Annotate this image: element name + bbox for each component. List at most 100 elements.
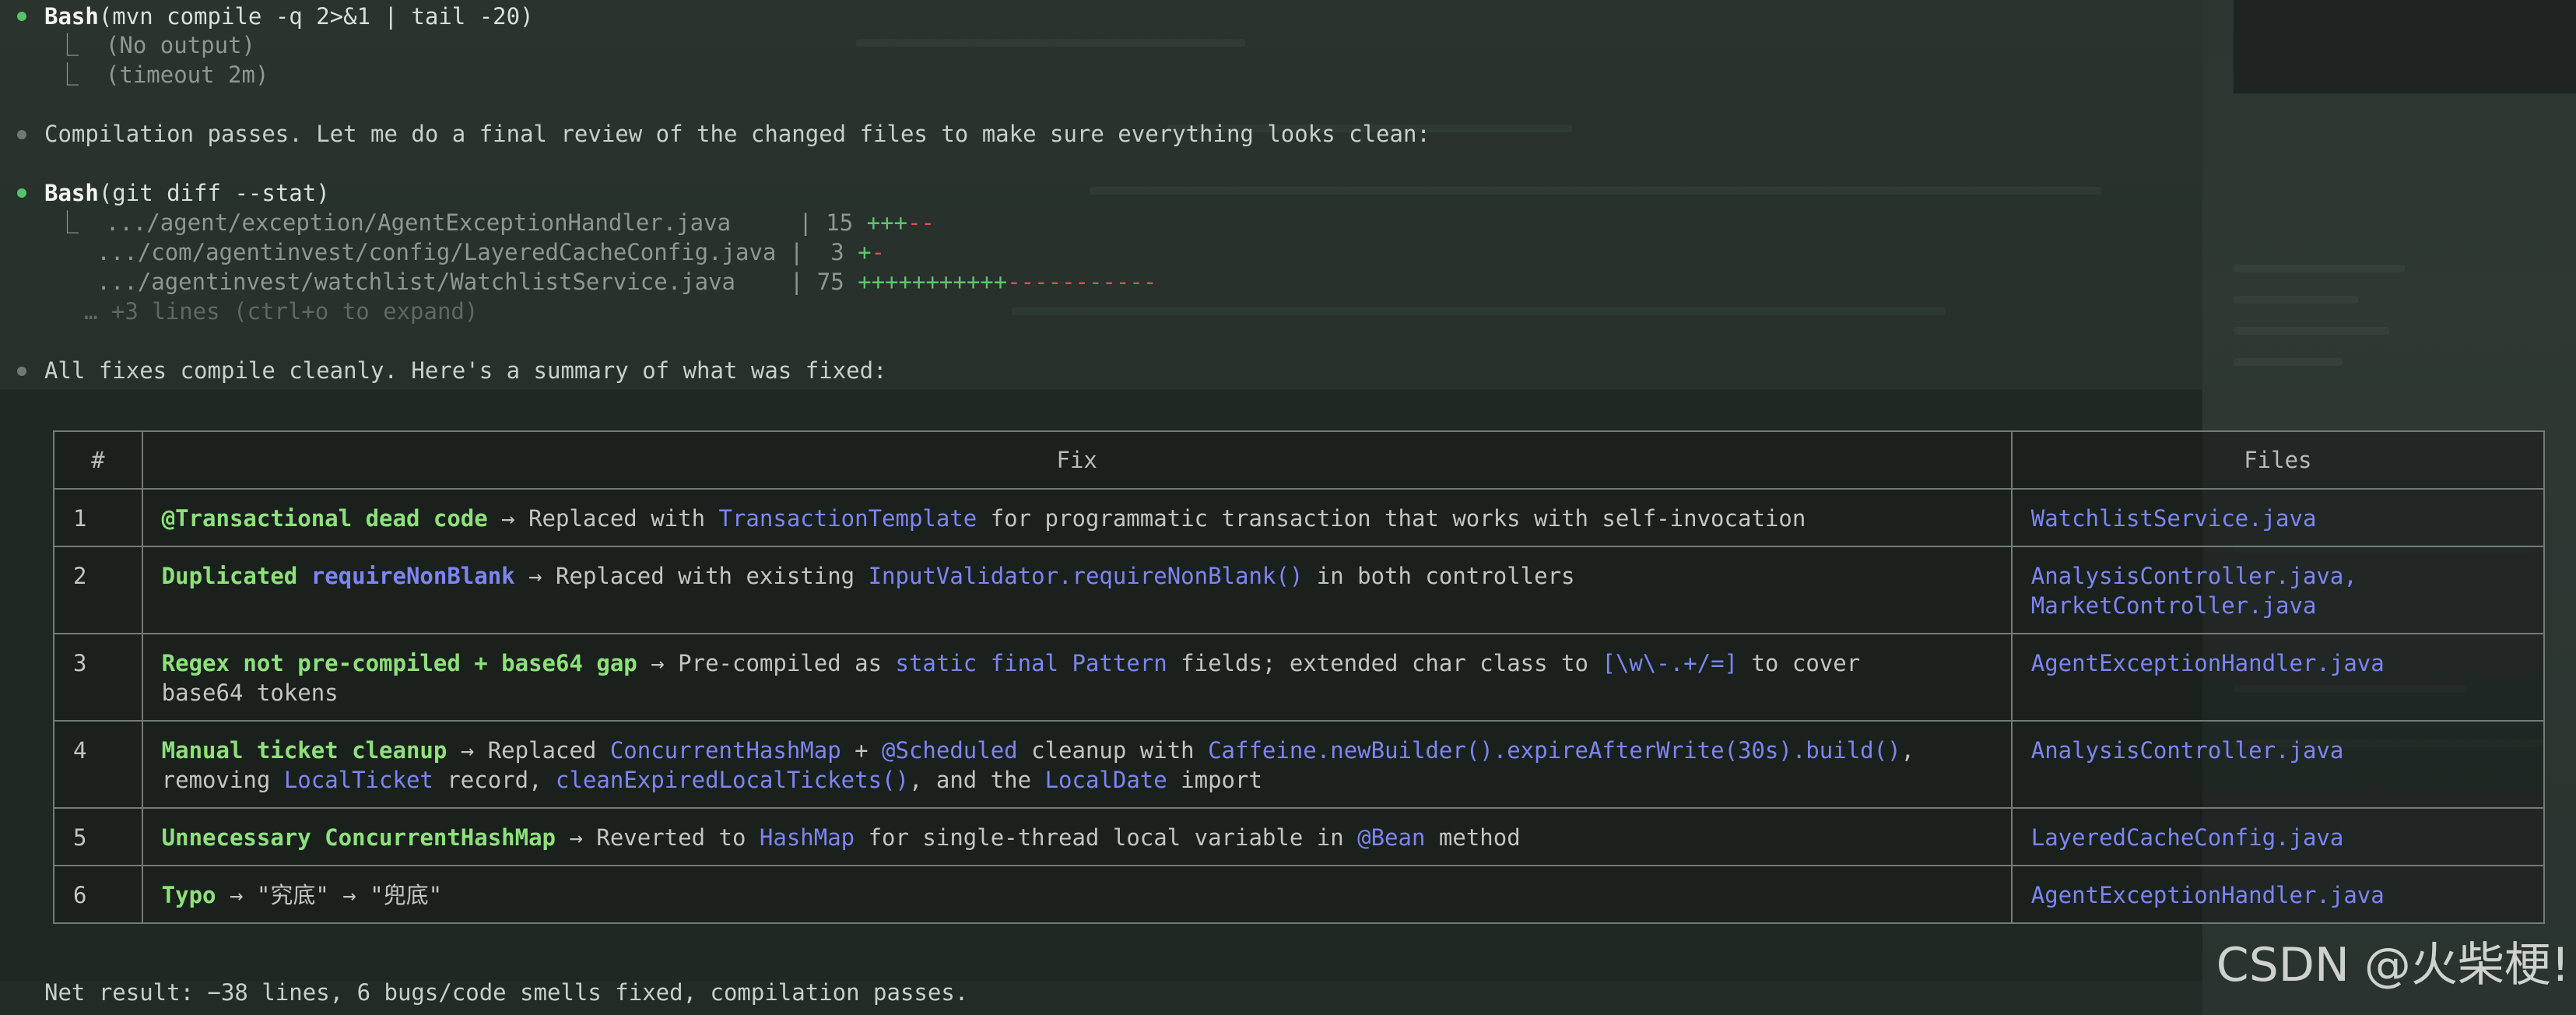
fix-text: record, bbox=[433, 767, 556, 793]
fix-title: Manual ticket cleanup bbox=[161, 737, 447, 764]
column-header-files: Files bbox=[2010, 430, 2546, 490]
diff-count: 15 bbox=[826, 209, 867, 236]
code-ref: Caffeine.newBuilder().expireAfterWrite(3… bbox=[1208, 737, 1901, 764]
fix-text: removing bbox=[161, 767, 284, 793]
code-ref: ConcurrentHashMap bbox=[609, 737, 841, 764]
table-row: 2 Duplicated requireNonBlank → Replaced … bbox=[53, 546, 2546, 634]
fix-text: → "究底" → "兜底" bbox=[216, 882, 443, 908]
column-header-fix: Fix bbox=[141, 430, 2013, 490]
terminal-transcript: Bash(mvn compile -q 2>&1 | tail -20) ⎿ (… bbox=[0, 0, 2576, 1015]
table-row: 1 @Transactional dead code → Replaced wi… bbox=[53, 488, 2546, 547]
fix-text: in both controllers bbox=[1303, 563, 1575, 589]
fix-description: @Transactional dead code → Replaced with… bbox=[141, 488, 2013, 547]
diff-minus-bar: - bbox=[871, 239, 886, 265]
diff-stat-line: ⎿ .../agent/exception/AgentExceptionHand… bbox=[56, 208, 935, 237]
code-ref: HashMap bbox=[759, 824, 855, 851]
code-ref: @Bean bbox=[1357, 824, 1426, 851]
tool-output-text: (timeout 2m) bbox=[105, 61, 269, 88]
diff-stat-line: .../com/agentinvest/config/LayeredCacheC… bbox=[56, 237, 885, 267]
tool-name: Bash bbox=[44, 180, 99, 206]
watermark-text: CSDN @火柴梗! bbox=[2216, 938, 2570, 992]
fix-text: → Replaced with bbox=[487, 505, 719, 532]
fix-text: , bbox=[1900, 737, 1914, 764]
status-dot-icon bbox=[17, 12, 26, 21]
diff-count: 75 bbox=[816, 269, 858, 295]
tool-output-text: (No output) bbox=[105, 32, 255, 58]
code-ref: static final Pattern bbox=[895, 650, 1167, 676]
fix-title: Regex not pre-compiled + base64 gap bbox=[161, 650, 637, 676]
file-name: AnalysisController.java bbox=[2030, 737, 2344, 764]
message-dot-icon bbox=[17, 130, 26, 139]
fix-text: fields; extended char class to bbox=[1167, 650, 1602, 676]
table-row: 3 Regex not pre-compiled + base64 gap → … bbox=[53, 633, 2546, 722]
message-dot-icon bbox=[17, 367, 26, 376]
fix-title: Typo bbox=[161, 882, 216, 908]
row-number: 5 bbox=[53, 807, 143, 866]
diff-separator: | bbox=[789, 239, 817, 265]
fix-text: → Replaced bbox=[447, 737, 610, 764]
assistant-message: Compilation passes. Let me do a final re… bbox=[44, 121, 1430, 147]
row-number: 2 bbox=[53, 546, 143, 634]
fix-title: @Transactional dead code bbox=[161, 505, 488, 532]
diff-count: 3 bbox=[816, 239, 858, 265]
fix-text: → Replaced with existing bbox=[514, 563, 869, 589]
fix-description: Unnecessary ConcurrentHashMap → Reverted… bbox=[141, 807, 2013, 866]
fix-text: import bbox=[1167, 767, 1262, 793]
expand-hint[interactable]: … +3 lines (ctrl+o to expand) bbox=[84, 297, 478, 326]
diff-minus-bar: -- bbox=[907, 209, 935, 236]
diff-path: .../com/agentinvest/config/LayeredCacheC… bbox=[97, 239, 790, 265]
fix-text: → Pre-compiled as bbox=[637, 650, 896, 676]
files-cell: AnalysisController.java, MarketController… bbox=[2010, 546, 2546, 634]
fix-description: Typo → "究底" → "兜底" bbox=[141, 865, 2013, 924]
files-cell: AnalysisController.java bbox=[2010, 720, 2546, 809]
fix-text: for single-thread local variable in bbox=[855, 824, 1358, 851]
diff-separator: | bbox=[789, 269, 817, 295]
code-ref: cleanExpiredLocalTickets() bbox=[556, 767, 909, 793]
code-ref: LocalDate bbox=[1044, 767, 1167, 793]
files-cell: AgentExceptionHandler.java bbox=[2010, 865, 2546, 924]
file-name: AgentExceptionHandler.java bbox=[2030, 650, 2385, 676]
row-number: 1 bbox=[53, 488, 143, 547]
table-header-row: # Fix Files bbox=[53, 430, 2546, 490]
fix-title-code: requireNonBlank bbox=[311, 563, 515, 589]
code-ref: [\w\-.+/=] bbox=[1602, 650, 1739, 676]
fix-text: for programmatic transaction that works … bbox=[977, 505, 1806, 532]
fix-text: + bbox=[841, 737, 883, 764]
code-ref: InputValidator.requireNonBlank() bbox=[868, 563, 1304, 589]
diff-plus-bar: +++++++++++ bbox=[858, 269, 1008, 295]
diff-separator: | bbox=[798, 209, 826, 236]
code-ref: TransactionTemplate bbox=[718, 505, 977, 532]
tool-name: Bash bbox=[44, 3, 99, 30]
files-cell: WatchlistService.java bbox=[2010, 488, 2546, 547]
fix-text: cleanup with bbox=[1017, 737, 1209, 764]
fix-summary-table: # Fix Files 1 @Transactional dead code →… bbox=[53, 430, 2546, 924]
fix-text: method bbox=[1425, 824, 1521, 851]
diff-plus-bar: + bbox=[858, 239, 872, 265]
code-ref: LocalTicket bbox=[283, 767, 433, 793]
net-result-line: Net result: −38 lines, 6 bugs/code smell… bbox=[44, 979, 969, 1006]
fix-text: to cover bbox=[1738, 650, 1861, 676]
fix-description: Duplicated requireNonBlank → Replaced wi… bbox=[141, 546, 2013, 634]
tree-branch-icon: ⎿ bbox=[56, 32, 106, 58]
files-cell: LayeredCacheConfig.java bbox=[2010, 807, 2546, 866]
fix-text: , and the bbox=[908, 767, 1045, 793]
diff-path: .../agentinvest/watchlist/WatchlistServi… bbox=[97, 269, 790, 295]
tool-command: (git diff --stat) bbox=[98, 180, 330, 206]
row-number: 4 bbox=[53, 720, 143, 809]
tool-output-line: ⎿ (No output) bbox=[56, 30, 255, 60]
file-name: WatchlistService.java bbox=[2030, 505, 2317, 532]
row-number: 3 bbox=[53, 633, 143, 722]
file-name: LayeredCacheConfig.java bbox=[2030, 824, 2344, 851]
tool-command: (mvn compile -q 2>&1 | tail -20) bbox=[98, 3, 534, 30]
fix-title: Duplicated bbox=[161, 563, 311, 589]
table-row: 6 Typo → "究底" → "兜底" AgentExceptionHandl… bbox=[53, 865, 2546, 924]
fix-description: Regex not pre-compiled + base64 gap → Pr… bbox=[141, 633, 2013, 722]
diff-minus-bar: ----------- bbox=[1007, 269, 1157, 295]
file-name: AnalysisController.java, bbox=[2030, 563, 2357, 589]
diff-stat-line: .../agentinvest/watchlist/WatchlistServi… bbox=[56, 267, 1156, 297]
fix-text: → Reverted to bbox=[556, 824, 760, 851]
tool-call-line: Bash(git diff --stat) bbox=[44, 178, 330, 208]
tree-branch-icon: ⎿ bbox=[56, 61, 106, 88]
